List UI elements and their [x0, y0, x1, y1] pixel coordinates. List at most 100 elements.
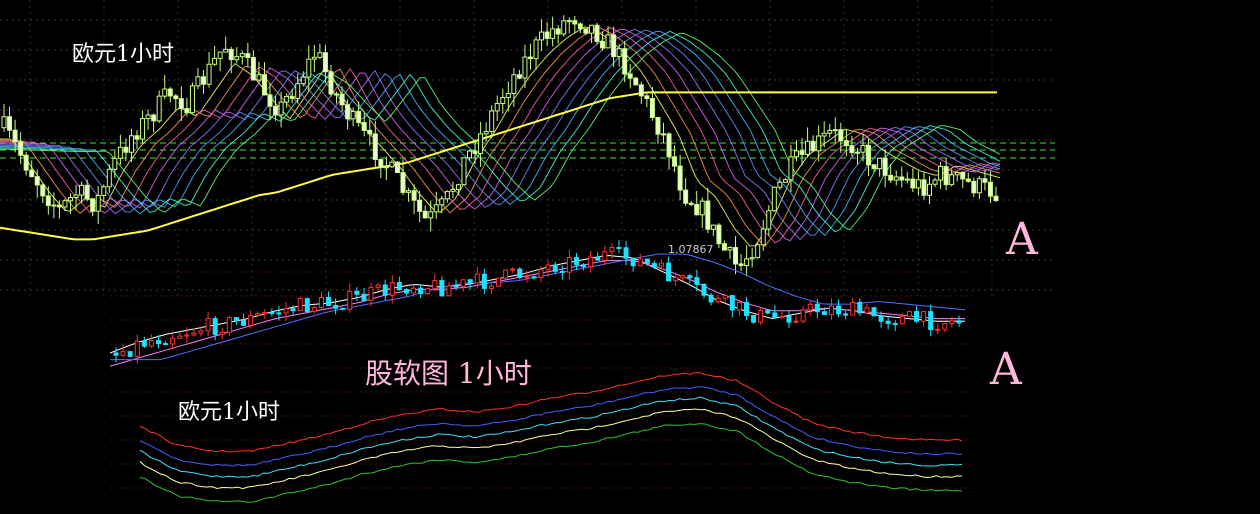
- candle-body: [432, 280, 438, 289]
- candle-body: [256, 74, 262, 81]
- candle-body: [51, 204, 57, 207]
- candle-body: [267, 94, 273, 107]
- candle-body: [545, 264, 551, 271]
- candle-body: [73, 194, 79, 199]
- candle-body: [683, 189, 689, 204]
- candle-body: [616, 247, 622, 250]
- candle-body: [23, 154, 29, 171]
- candle-body: [120, 351, 126, 356]
- candle-body: [821, 311, 827, 316]
- candle-body: [248, 314, 254, 326]
- candle-body: [141, 340, 147, 347]
- candle-body: [417, 199, 423, 212]
- candle-body: [755, 244, 761, 259]
- candle-body: [198, 330, 204, 334]
- candle-body: [765, 309, 771, 314]
- candle-body: [771, 186, 777, 212]
- candle-body: [433, 204, 439, 213]
- candle-body: [751, 314, 757, 323]
- marker-a-top: A: [1006, 214, 1038, 265]
- candle-body: [234, 56, 240, 61]
- candle-body: [630, 257, 636, 267]
- candle-body: [522, 56, 528, 79]
- candle-body: [956, 320, 962, 324]
- candle-body: [425, 287, 431, 295]
- candle-body: [893, 176, 899, 181]
- candle-body: [184, 108, 190, 114]
- candle-body: [156, 340, 162, 345]
- candle-body: [743, 301, 749, 316]
- candle-body: [127, 351, 133, 357]
- candle-body: [278, 101, 284, 116]
- candle-body: [276, 312, 282, 315]
- candle-body: [444, 190, 450, 200]
- candle-body: [644, 258, 650, 264]
- candle-body: [201, 76, 207, 85]
- candle-body: [736, 301, 742, 311]
- candle-body: [816, 135, 822, 152]
- candle-body: [340, 307, 346, 310]
- bottom-band-line: [139, 423, 963, 503]
- candle-body: [233, 317, 239, 321]
- candle-body: [892, 322, 898, 325]
- candle-body: [289, 96, 295, 99]
- candle-body: [777, 181, 783, 188]
- candle-body: [928, 311, 934, 331]
- candle-body: [810, 140, 816, 152]
- candle-body: [483, 131, 489, 135]
- candle-body: [904, 178, 910, 181]
- candle-body: [799, 150, 805, 155]
- candle-body: [239, 53, 245, 58]
- candle-body: [297, 298, 303, 312]
- candle-body: [372, 133, 378, 160]
- chart-grid: [0, 0, 1055, 489]
- candle-body: [460, 279, 466, 287]
- candle-body: [552, 264, 558, 272]
- candle-body: [744, 258, 750, 266]
- candle-body: [843, 140, 849, 147]
- candle-body: [500, 97, 506, 105]
- candle-body: [489, 110, 495, 133]
- candle-body: [361, 122, 367, 131]
- candle-body: [106, 168, 112, 188]
- candle-body: [394, 161, 400, 174]
- candle-body: [191, 332, 197, 336]
- slow-ma-line: [0, 91, 997, 241]
- candle-body: [322, 52, 328, 73]
- candle-body: [677, 165, 683, 191]
- candle-body: [112, 157, 118, 170]
- candle-body: [68, 197, 74, 202]
- candle-body: [474, 273, 480, 284]
- candle-body: [544, 31, 550, 39]
- candle-body: [926, 183, 932, 196]
- candle-body: [467, 279, 473, 284]
- candle-body: [573, 257, 579, 266]
- candle-body: [378, 158, 384, 169]
- candle-body: [857, 301, 863, 314]
- candle-body: [311, 56, 317, 60]
- candle-body: [828, 305, 834, 316]
- candle-body: [633, 77, 639, 86]
- candle-body: [860, 144, 866, 153]
- candle-body: [758, 309, 764, 323]
- candle-body: [195, 76, 201, 87]
- candle-body: [721, 243, 727, 251]
- candle-body: [326, 297, 332, 307]
- candle-body: [446, 285, 452, 297]
- candle-body: [205, 318, 211, 332]
- candle-body: [375, 284, 381, 289]
- candle-body: [533, 39, 539, 60]
- candle-body: [241, 319, 247, 326]
- candle-body: [699, 200, 705, 216]
- candle-body: [261, 74, 267, 96]
- candle-body: [418, 287, 424, 295]
- candle-body: [339, 93, 345, 106]
- candle-body: [885, 320, 891, 324]
- candle-body: [481, 273, 487, 289]
- candle-body: [705, 200, 711, 230]
- candle-body: [637, 258, 643, 267]
- candle-body: [779, 315, 785, 319]
- candle-body: [389, 161, 395, 168]
- candle-body: [993, 195, 999, 201]
- candle-body: [389, 282, 395, 296]
